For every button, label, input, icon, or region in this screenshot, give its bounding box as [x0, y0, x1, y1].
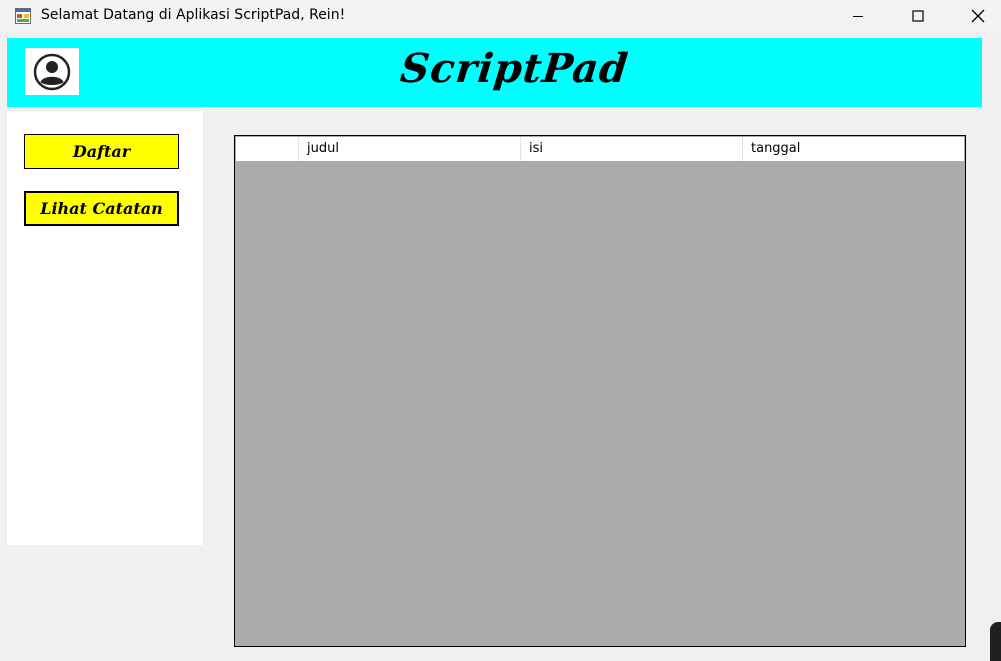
row-header-corner[interactable]	[236, 137, 299, 161]
app-window: Selamat Datang di Aplikasi ScriptPad, Re…	[0, 0, 1001, 661]
lihat-catatan-button[interactable]: Lihat Catatan	[24, 191, 179, 226]
close-button[interactable]	[955, 0, 1001, 32]
notes-data-grid[interactable]: judul isi tanggal	[234, 135, 966, 647]
background-window-edge	[990, 622, 1001, 661]
sidebar: Daftar Lihat Catatan	[7, 111, 203, 545]
minimize-icon	[853, 16, 863, 17]
window-title: Selamat Datang di Aplikasi ScriptPad, Re…	[41, 7, 346, 23]
minimize-button[interactable]	[835, 0, 881, 32]
column-header-isi[interactable]: isi	[521, 137, 743, 161]
close-icon	[971, 9, 985, 23]
maximize-icon	[912, 10, 924, 22]
column-header-judul[interactable]: judul	[299, 137, 521, 161]
title-bar: Selamat Datang di Aplikasi ScriptPad, Re…	[0, 0, 1001, 32]
maximize-button[interactable]	[895, 0, 941, 32]
app-brand-title: ScriptPad	[398, 45, 631, 92]
column-header-tanggal[interactable]: tanggal	[743, 137, 964, 161]
daftar-button[interactable]: Daftar	[24, 134, 179, 169]
app-form-icon	[15, 8, 31, 24]
grid-header-row: judul isi tanggal	[236, 137, 964, 161]
header-banner: ScriptPad	[7, 38, 982, 107]
